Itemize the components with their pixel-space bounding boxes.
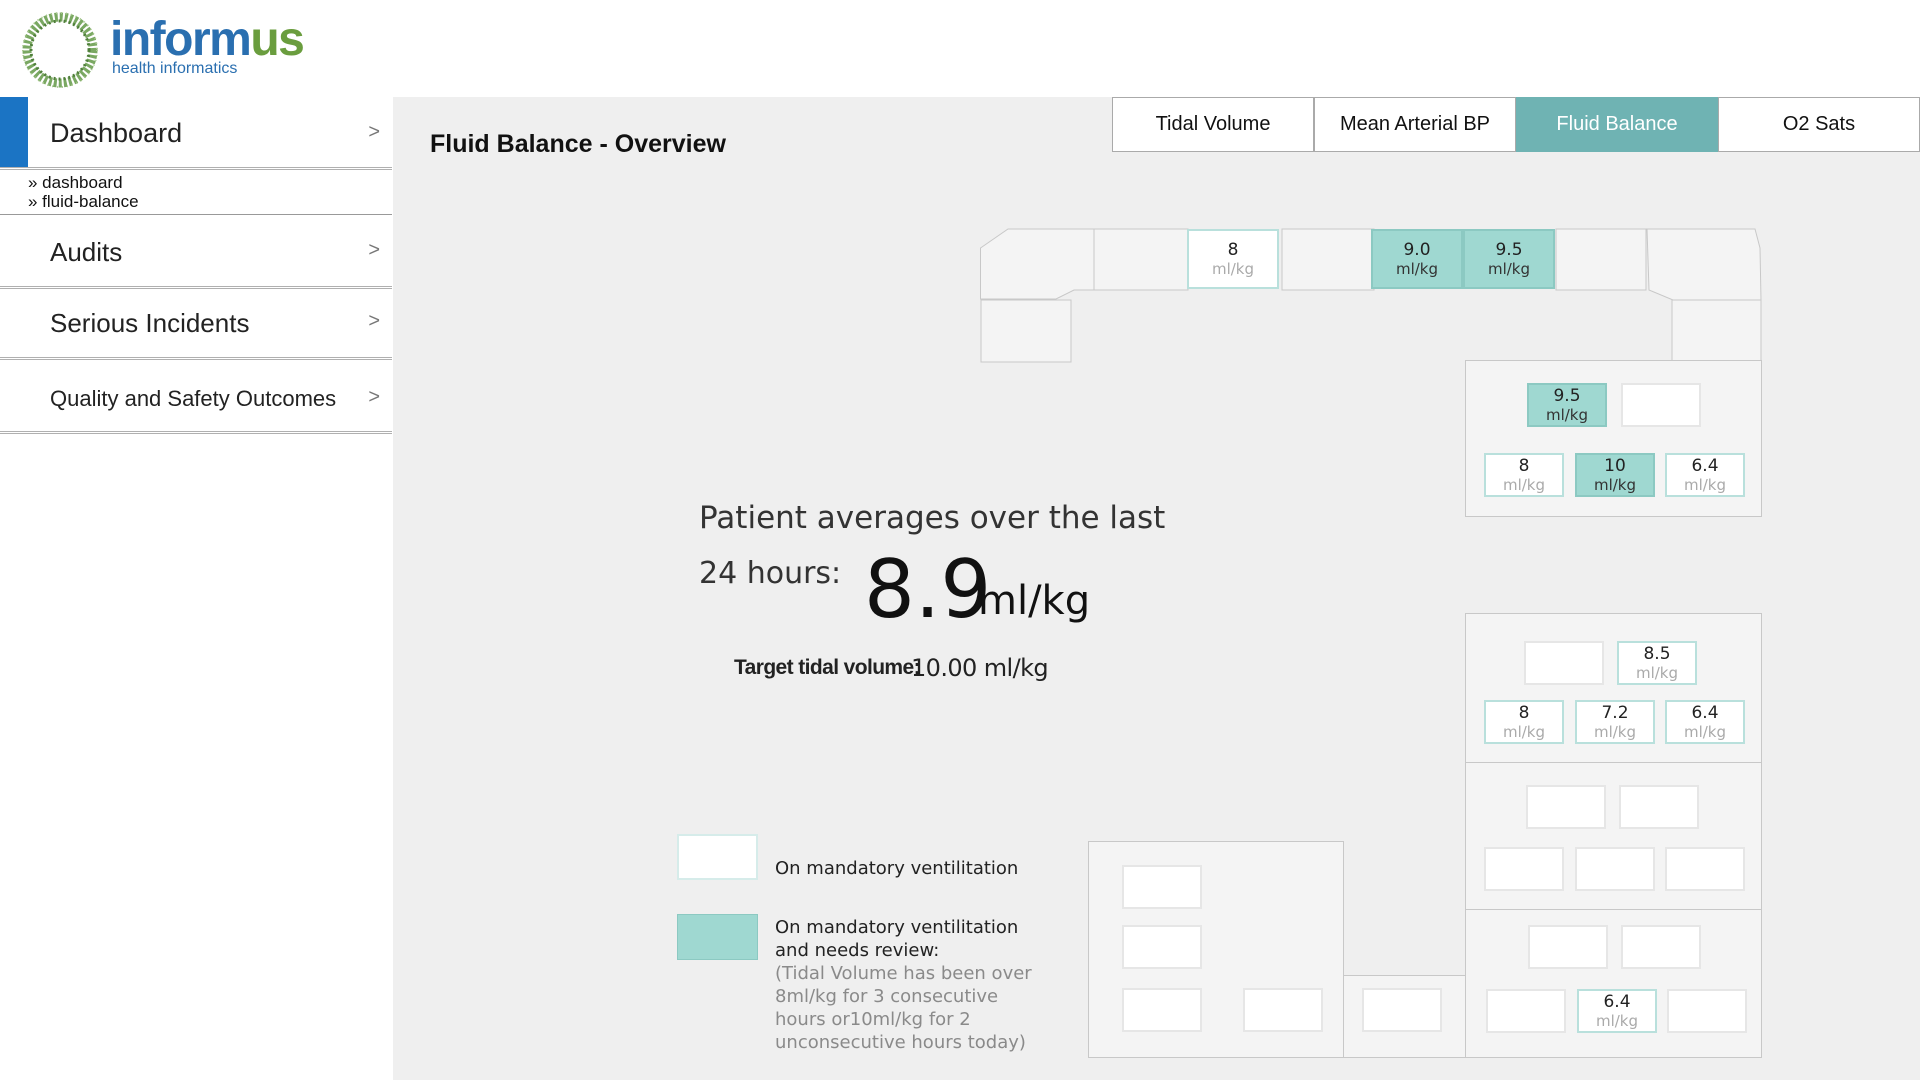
- breadcrumb: » dashboard » fluid-balance: [0, 170, 392, 215]
- bed-value: 8.5: [1643, 644, 1671, 664]
- bed-value: 8: [1518, 456, 1530, 476]
- chevron-right-icon: >: [368, 386, 380, 408]
- bed-tile[interactable]: [1122, 988, 1202, 1032]
- average-unit: ml/kg: [978, 578, 1091, 624]
- bed-unit: ml/kg: [1211, 260, 1255, 278]
- bed-tile[interactable]: [1621, 383, 1701, 427]
- legend-swatch-ventilation: [677, 834, 758, 880]
- bed-tile[interactable]: 6.4 ml/kg: [1577, 989, 1657, 1033]
- bed-value: 7.2: [1601, 703, 1629, 723]
- legend-label-review-1: On mandatory ventilitation: [775, 917, 1019, 938]
- target-value: 10.00 ml/kg: [911, 654, 1049, 682]
- sidebar-item-label: Audits: [50, 237, 123, 267]
- bed-tile[interactable]: [1243, 988, 1323, 1032]
- bed-tile[interactable]: [1484, 847, 1564, 891]
- bed-tile[interactable]: [1667, 989, 1747, 1033]
- bed-tile[interactable]: [1122, 925, 1202, 969]
- average-period: 24 hours:: [699, 556, 842, 591]
- bed-unit: ml/kg: [1487, 260, 1531, 278]
- sidebar-item-label: Quality and Safety Outcomes: [50, 386, 337, 411]
- bed-tile[interactable]: 9.5 ml/kg: [1527, 383, 1607, 427]
- bed-tile[interactable]: 8 ml/kg: [1187, 229, 1279, 289]
- bed-unit: ml/kg: [1593, 476, 1637, 494]
- bed-unit: ml/kg: [1683, 723, 1727, 741]
- breadcrumb-dashboard[interactable]: » dashboard: [28, 173, 123, 193]
- bed-tile[interactable]: 7.2 ml/kg: [1575, 700, 1655, 744]
- sidebar: Dashboard > » dashboard » fluid-balance …: [0, 97, 392, 1080]
- bed-tile[interactable]: [1524, 641, 1604, 685]
- bed-tile[interactable]: 6.4 ml/kg: [1665, 700, 1745, 744]
- legend-label-review-2: and needs review:: [775, 940, 940, 961]
- bed-tile[interactable]: [1619, 785, 1699, 829]
- bed-tile[interactable]: 10 ml/kg: [1575, 453, 1655, 497]
- bed-tile[interactable]: 8 ml/kg: [1484, 700, 1564, 744]
- sidebar-item-quality-safety[interactable]: Quality and Safety Outcomes >: [0, 360, 392, 434]
- tab-tidal-volume[interactable]: Tidal Volume: [1112, 97, 1314, 152]
- ward-bay-4: [1465, 909, 1762, 1058]
- bed-tile[interactable]: 8 ml/kg: [1484, 453, 1564, 497]
- bed-value: 8: [1518, 703, 1530, 723]
- chevron-right-icon: >: [368, 239, 380, 261]
- bed-tile[interactable]: [1575, 847, 1655, 891]
- legend-swatch-review: [677, 914, 758, 960]
- legend-review-note: (Tidal Volume has been over 8ml/kg for 3…: [775, 963, 1032, 1053]
- logo-wreath-icon: [22, 12, 98, 88]
- bed-unit: ml/kg: [1502, 723, 1546, 741]
- logo-tagline: health informatics: [112, 60, 238, 77]
- bed-value: 9.5: [1553, 386, 1581, 406]
- bed-unit: ml/kg: [1395, 260, 1439, 278]
- bed-unit: ml/kg: [1502, 476, 1546, 494]
- app-header: informus health informatics: [0, 0, 1920, 97]
- bed-tile[interactable]: 9.5 ml/kg: [1463, 229, 1555, 289]
- bed-tile[interactable]: [1526, 785, 1606, 829]
- bed-value: 10: [1604, 456, 1626, 476]
- bed-tile[interactable]: [1528, 925, 1608, 969]
- bed-tile[interactable]: [1486, 989, 1566, 1033]
- sidebar-item-label: Serious Incidents: [50, 308, 250, 338]
- bed-value: 8: [1227, 240, 1239, 260]
- sidebar-item-label: Dashboard: [50, 118, 183, 148]
- target-label: Target tidal volume:: [734, 656, 921, 679]
- bed-tile[interactable]: 9.0 ml/kg: [1371, 229, 1463, 289]
- average-caption: Patient averages over the last: [699, 500, 1166, 536]
- bed-tile[interactable]: [1621, 925, 1701, 969]
- bed-value: 6.4: [1603, 992, 1631, 1012]
- bed-unit: ml/kg: [1545, 406, 1589, 424]
- bed-value: 9.5: [1495, 240, 1523, 260]
- bed-tile[interactable]: 8.5 ml/kg: [1617, 641, 1697, 685]
- bed-value: 6.4: [1691, 456, 1719, 476]
- active-indicator: [0, 97, 28, 167]
- logo-main-text: inform: [110, 13, 252, 66]
- logo-wordmark: informus: [110, 13, 305, 66]
- bed-tile[interactable]: [1362, 988, 1442, 1032]
- chevron-right-icon: >: [368, 310, 380, 332]
- bed-tile[interactable]: [1122, 865, 1202, 909]
- chevron-right-icon: >: [368, 121, 380, 143]
- legend-label-ventilation: On mandatory ventilitation: [775, 858, 1019, 879]
- bed-tile[interactable]: 6.4 ml/kg: [1665, 453, 1745, 497]
- bed-unit: ml/kg: [1683, 476, 1727, 494]
- average-value: 8.9: [864, 543, 992, 636]
- sidebar-item-audits[interactable]: Audits >: [0, 217, 392, 289]
- sidebar-item-serious-incidents[interactable]: Serious Incidents >: [0, 289, 392, 360]
- page-title: Fluid Balance - Overview: [430, 130, 726, 158]
- bed-unit: ml/kg: [1595, 1012, 1639, 1030]
- bed-tile[interactable]: [1665, 847, 1745, 891]
- logo-accent-text: us: [250, 13, 305, 66]
- bed-unit: ml/kg: [1635, 664, 1679, 682]
- tab-fluid-balance[interactable]: Fluid Balance: [1516, 97, 1718, 152]
- tab-mean-arterial-bp[interactable]: Mean Arterial BP: [1314, 97, 1516, 152]
- bed-value: 9.0: [1403, 240, 1431, 260]
- sidebar-item-dashboard[interactable]: Dashboard >: [0, 97, 392, 170]
- bed-value: 6.4: [1691, 703, 1719, 723]
- tab-o2-sats[interactable]: O2 Sats: [1718, 97, 1920, 152]
- bed-unit: ml/kg: [1593, 723, 1637, 741]
- breadcrumb-fluid-balance[interactable]: » fluid-balance: [28, 192, 139, 212]
- metric-tabs: Tidal Volume Mean Arterial BP Fluid Bala…: [1112, 97, 1920, 152]
